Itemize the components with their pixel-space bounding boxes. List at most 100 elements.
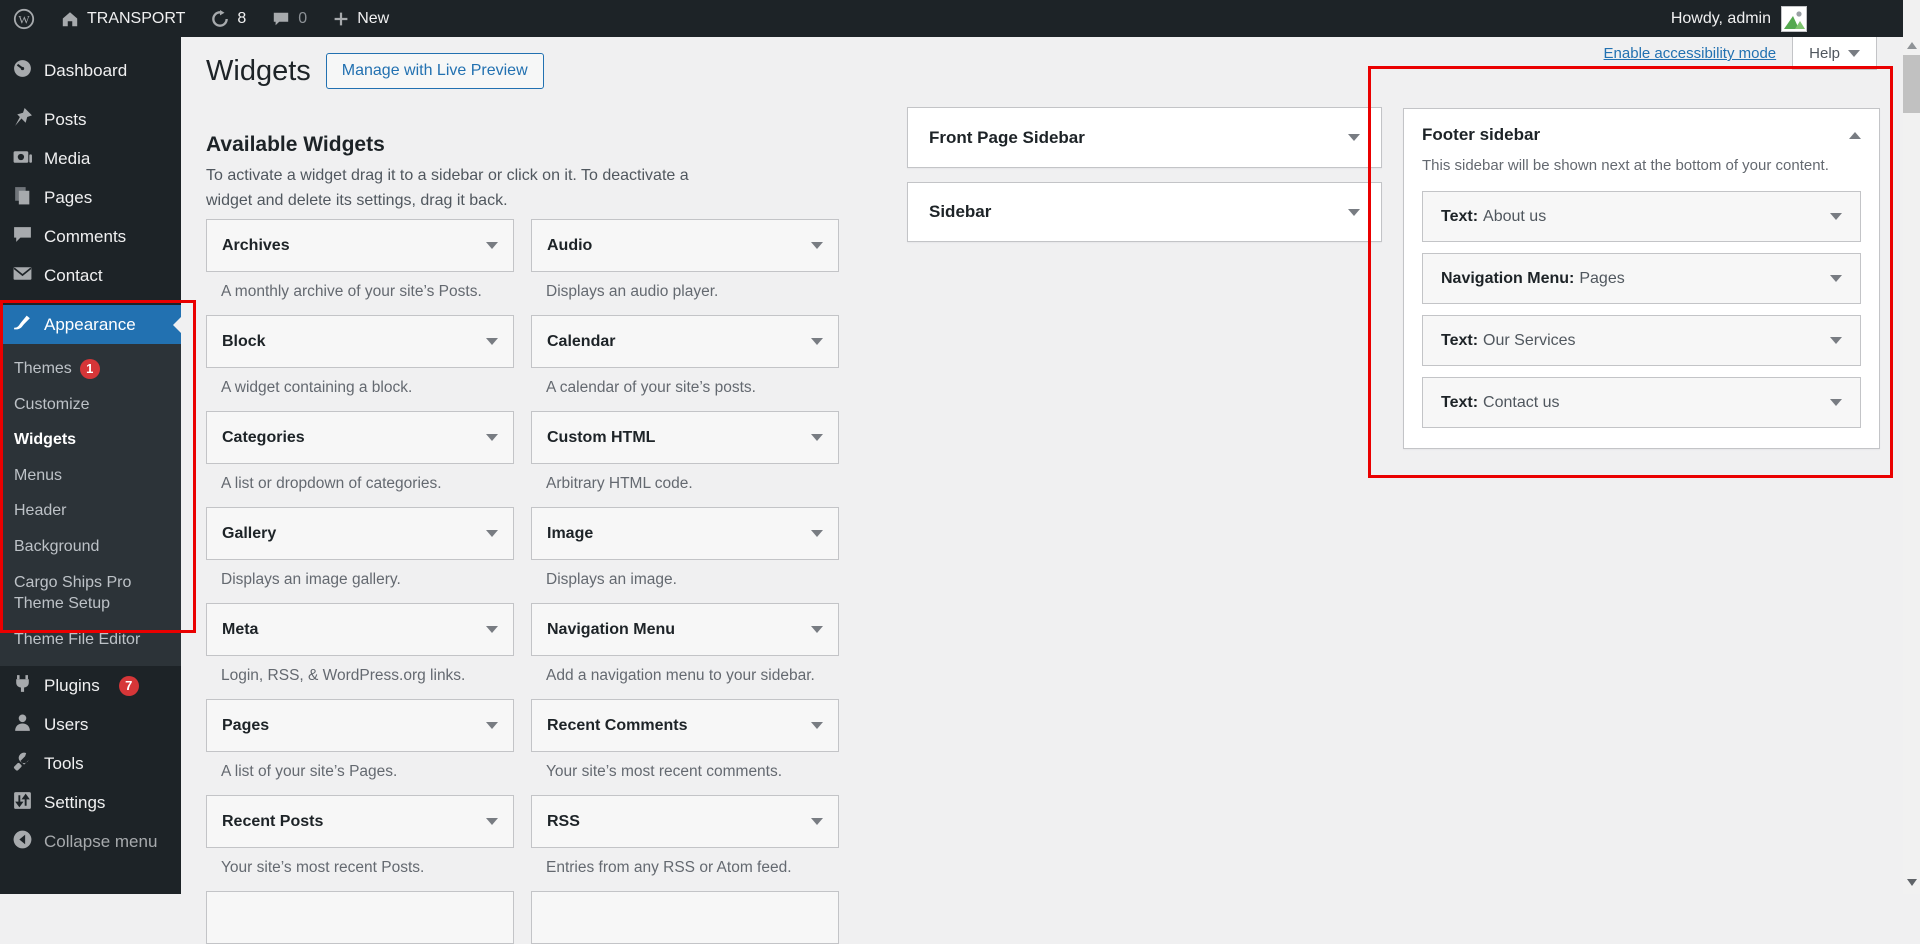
sidebar-item-pages[interactable]: Pages (0, 178, 181, 217)
avatar[interactable] (1781, 6, 1807, 32)
howdy-text: Howdy, admin (1671, 10, 1771, 28)
footer-widget-navigation-menu-pages[interactable]: Navigation Menu:Pages (1422, 253, 1861, 304)
sidebar-item-users[interactable]: Users (0, 705, 181, 744)
footer-widget-text-about-us[interactable]: Text:About us (1422, 191, 1861, 242)
chevron-down-icon (811, 818, 823, 825)
wordpress-logo-menu[interactable]: W (0, 0, 48, 37)
widget-desc: Add a navigation menu to your sidebar. (546, 667, 839, 685)
my-account-menu[interactable]: Howdy, admin (1671, 10, 1771, 28)
chevron-down-icon (811, 626, 823, 633)
submenu-item-customize[interactable]: Customize (0, 387, 181, 423)
chevron-down-icon (1830, 213, 1842, 220)
available-widgets-grid: Archives A monthly archive of your site’… (206, 219, 839, 944)
widget-card-recent-posts[interactable]: Recent Posts (206, 795, 514, 848)
new-label: New (357, 10, 389, 28)
updates-menu[interactable]: 8 (198, 0, 259, 37)
admin-bar: W TRANSPORT 8 0 New Howdy, admin (0, 0, 1903, 37)
widget-card-pages[interactable]: Pages (206, 699, 514, 752)
scrollbar-thumb[interactable] (1903, 55, 1920, 113)
comments-count: 0 (298, 10, 307, 28)
widget-desc: Displays an image. (546, 571, 839, 589)
submenu-item-themes[interactable]: Themes 1 (0, 351, 181, 387)
sidebar-item-dashboard[interactable]: Dashboard (0, 51, 181, 90)
footer-widget-text-our-services[interactable]: Text:Our Services (1422, 315, 1861, 366)
wrench-icon (12, 751, 33, 777)
submenu-item-menus[interactable]: Menus (0, 458, 181, 494)
widget-card-archives[interactable]: Archives (206, 219, 514, 272)
widget-desc: A list of your site’s Pages. (221, 763, 514, 781)
widget-card-rss[interactable]: RSS (531, 795, 839, 848)
plugin-icon (12, 673, 33, 699)
submenu-item-widgets[interactable]: Widgets (0, 422, 181, 458)
widget-card-custom-html[interactable]: Custom HTML (531, 411, 839, 464)
site-name: TRANSPORT (87, 10, 185, 28)
screen-meta: Enable accessibility mode Help (1604, 37, 1877, 70)
widget-card-categories[interactable]: Categories (206, 411, 514, 464)
chevron-down-icon (811, 722, 823, 729)
widget-card-meta[interactable]: Meta (206, 603, 514, 656)
sidebar-item-media[interactable]: Media (0, 139, 181, 178)
chevron-down-icon (811, 338, 823, 345)
front-page-sidebar-panel[interactable]: Front Page Sidebar (907, 107, 1382, 168)
widget-desc: A monthly archive of your site’s Posts. (221, 283, 514, 301)
submenu-item-theme-file-editor[interactable]: Theme File Editor (0, 622, 181, 658)
widget-desc: Entries from any RSS or Atom feed. (546, 859, 839, 877)
plus-icon (333, 11, 349, 27)
widget-card-partial[interactable] (531, 891, 839, 944)
collapse-menu-button[interactable]: Collapse menu (0, 822, 181, 861)
chevron-down-icon (1830, 275, 1842, 282)
sidebar-item-posts[interactable]: Posts (0, 100, 181, 139)
chevron-down-icon (486, 434, 498, 441)
chevron-down-icon (486, 722, 498, 729)
new-content-menu[interactable]: New (320, 0, 402, 37)
widget-desc: Arbitrary HTML code. (546, 475, 839, 493)
submenu-item-theme-setup[interactable]: Cargo Ships Pro Theme Setup (0, 565, 181, 622)
sidebar-item-appearance[interactable]: Appearance (0, 305, 181, 344)
widget-desc: Your site’s most recent comments. (546, 763, 839, 781)
widget-card-partial[interactable] (206, 891, 514, 944)
envelope-icon (12, 263, 33, 289)
updates-count: 8 (237, 10, 246, 28)
help-tab[interactable]: Help (1792, 37, 1877, 70)
sidebar-panel[interactable]: Sidebar (907, 182, 1382, 242)
footer-sidebar-header[interactable]: Footer sidebar (1422, 125, 1861, 145)
widget-desc: Displays an image gallery. (221, 571, 514, 589)
widget-card-gallery[interactable]: Gallery (206, 507, 514, 560)
scrollbar[interactable] (1903, 0, 1920, 894)
sidebar-item-comments[interactable]: Comments (0, 217, 181, 256)
sliders-icon (12, 790, 33, 816)
chevron-down-icon (486, 338, 498, 345)
content-area: Enable accessibility mode Help Widgets M… (181, 37, 1903, 894)
submenu-item-header[interactable]: Header (0, 493, 181, 529)
chevron-down-icon (811, 530, 823, 537)
site-name-menu[interactable]: TRANSPORT (48, 0, 198, 37)
scrollbar-down-arrow-icon[interactable] (1907, 879, 1917, 886)
scrollbar-up-arrow-icon[interactable] (1907, 42, 1917, 49)
widget-card-calendar[interactable]: Calendar (531, 315, 839, 368)
camera-icon (12, 146, 33, 172)
admin-menu: Dashboard Posts Media Pages Comments Con… (0, 37, 181, 894)
widget-card-audio[interactable]: Audio (531, 219, 839, 272)
widget-card-image[interactable]: Image (531, 507, 839, 560)
sidebar-item-settings[interactable]: Settings (0, 783, 181, 822)
footer-sidebar-panel: Footer sidebar This sidebar will be show… (1403, 108, 1880, 449)
chevron-down-icon (1848, 50, 1860, 57)
widget-desc: A widget containing a block. (221, 379, 514, 397)
manage-live-preview-button[interactable]: Manage with Live Preview (326, 53, 544, 89)
widget-card-recent-comments[interactable]: Recent Comments (531, 699, 839, 752)
chevron-down-icon (1348, 209, 1360, 216)
widget-card-navigation-menu[interactable]: Navigation Menu (531, 603, 839, 656)
chevron-down-icon (486, 626, 498, 633)
footer-widget-text-contact-us[interactable]: Text:Contact us (1422, 377, 1861, 428)
widget-card-block[interactable]: Block (206, 315, 514, 368)
submenu-item-background[interactable]: Background (0, 529, 181, 565)
chevron-down-icon (1348, 134, 1360, 141)
widget-desc: Your site’s most recent Posts. (221, 859, 514, 877)
chevron-down-icon (486, 530, 498, 537)
enable-accessibility-link[interactable]: Enable accessibility mode (1604, 45, 1777, 62)
sidebar-item-plugins[interactable]: Plugins 7 (0, 666, 181, 705)
appearance-submenu: Themes 1 Customize Widgets Menus Header … (0, 344, 181, 666)
comments-menu[interactable]: 0 (259, 0, 320, 37)
sidebar-item-tools[interactable]: Tools (0, 744, 181, 783)
sidebar-item-contact[interactable]: Contact (0, 256, 181, 295)
